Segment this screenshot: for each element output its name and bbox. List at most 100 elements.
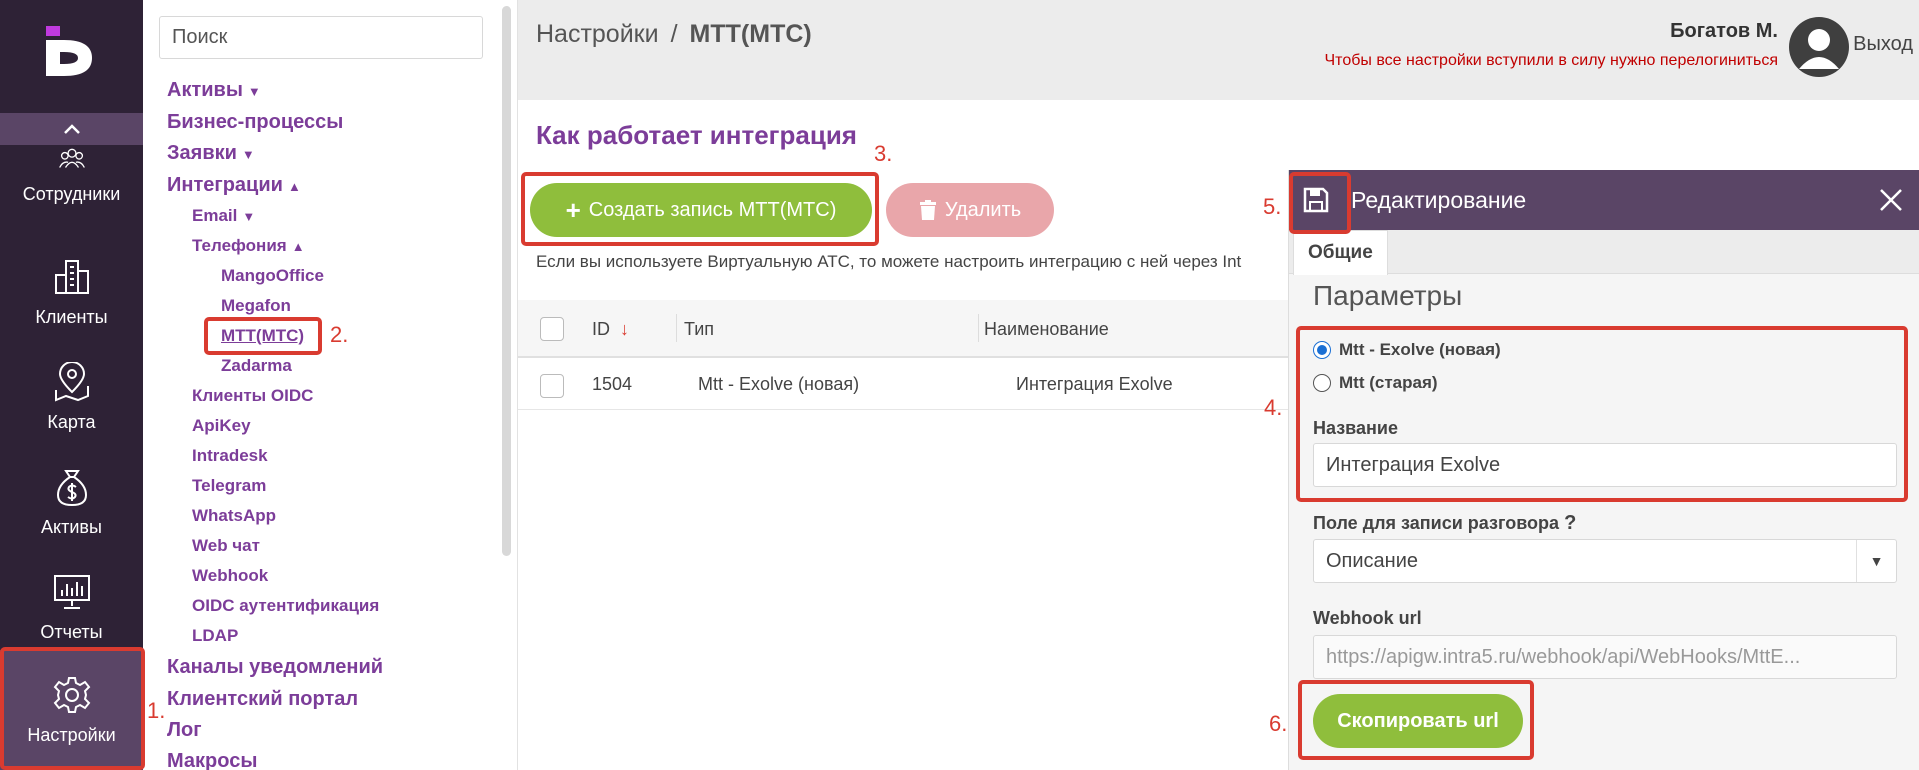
tree-label: Активы: [167, 79, 243, 101]
close-icon[interactable]: [1876, 185, 1906, 215]
tree-item-telephony[interactable]: Телефония ▲: [192, 236, 305, 256]
sort-arrow-down-icon: ↓: [620, 319, 629, 339]
delete-button[interactable]: Удалить: [886, 183, 1054, 237]
record-label-text: Поле для записи разговора: [1313, 513, 1560, 533]
logout-link[interactable]: Выход: [1853, 33, 1913, 56]
annotation-number: 5.: [1263, 194, 1282, 219]
users-icon: [58, 148, 85, 168]
webhook-url-value: https://apigw.intra5.ru/webhook/api/WebH…: [1326, 645, 1801, 668]
search-input[interactable]: [159, 16, 483, 59]
annotation-number: 4.: [1264, 395, 1283, 420]
rail-label: Клиенты: [35, 307, 108, 327]
tree-item-intradesk[interactable]: Intradesk: [192, 446, 268, 466]
caret-up-icon: ▲: [287, 179, 301, 194]
trash-icon: [919, 200, 936, 220]
column-header-id[interactable]: ID ↓: [592, 319, 629, 340]
caret-up-icon: ▲: [291, 239, 305, 254]
tab-general[interactable]: Общие: [1293, 230, 1388, 275]
rail-item-clients[interactable]: Клиенты: [0, 240, 143, 345]
avatar[interactable]: [1789, 17, 1849, 77]
record-field-label: Поле для записи разговора ?: [1313, 512, 1576, 535]
annotation-box-mtt: [204, 317, 322, 355]
annotation-number: 2.: [330, 322, 349, 347]
annotation-number: 6.: [1269, 711, 1288, 736]
tree-item-webchat[interactable]: Web чат: [192, 536, 260, 556]
user-name: Богатов М.: [1670, 20, 1778, 42]
tree-item-megafon[interactable]: Megafon: [221, 296, 291, 316]
table-row[interactable]: 1504 Mtt - Exolve (новая) Интеграция Exo…: [518, 358, 1288, 410]
column-divider: [978, 314, 979, 342]
top-bar: Настройки / МТТ(МТС) Богатов М. Чтобы все …: [518, 0, 1919, 100]
tree-item-zadarma[interactable]: Zadarma: [221, 356, 292, 376]
rail-item-map[interactable]: Карта: [0, 345, 143, 450]
chevron-down-icon: ▼: [1856, 540, 1896, 582]
tree-item-log[interactable]: Лог: [167, 719, 202, 742]
settings-tree: Активы ▼ Бизнес-процессы Заявки ▼ Интеграц…: [143, 0, 518, 770]
breadcrumb-separator: /: [670, 20, 678, 48]
tree-item-webhook[interactable]: Webhook: [192, 566, 268, 586]
tree-item-apikey[interactable]: ApiKey: [192, 416, 251, 436]
tree-item-notification-channels[interactable]: Каналы уведомлений: [167, 656, 383, 679]
logo-icon[interactable]: [42, 22, 100, 80]
annotation-box-create: [521, 172, 879, 246]
column-header-name[interactable]: Наименование: [984, 319, 1109, 340]
row-checkbox[interactable]: [540, 374, 564, 398]
relogin-notice: Чтобы все настройки вступили в силу нужн…: [1324, 52, 1779, 69]
annotation-box-params: [1296, 326, 1908, 502]
select-all-checkbox[interactable]: [540, 317, 564, 341]
section-title: Параметры: [1313, 280, 1463, 311]
rail-item-reports[interactable]: Отчеты: [0, 555, 143, 660]
webhook-url-field[interactable]: https://apigw.intra5.ru/webhook/api/WebH…: [1313, 635, 1897, 679]
tree-item-integrations[interactable]: Интеграции ▲: [167, 174, 301, 197]
tree-item-mangooffice[interactable]: MangoOffice: [221, 266, 324, 286]
rail-item-assets[interactable]: Активы: [0, 450, 143, 555]
rail-label: Карта: [47, 412, 96, 432]
edit-panel-title: Редактирование: [1351, 187, 1527, 213]
caret-down-icon: ▼: [242, 209, 256, 224]
rail-label: Активы: [41, 517, 102, 537]
tree-item-oidc-clients[interactable]: Клиенты OIDC: [192, 386, 313, 406]
annotation-box-save: [1289, 172, 1351, 234]
page-title: Как работает интеграция: [536, 120, 857, 150]
integration-description: Если вы используете Виртуальную АТС, то …: [536, 252, 1242, 271]
table-header: ID ↓ Тип Наименование: [518, 300, 1288, 358]
tree-label: Email: [192, 206, 238, 225]
breadcrumb-current: МТТ(МТС): [689, 20, 812, 48]
column-header-type[interactable]: Тип: [684, 319, 714, 340]
column-label: ID: [592, 319, 610, 339]
tree-item-email[interactable]: Email ▼: [192, 206, 255, 226]
tree-item-requests[interactable]: Заявки ▼: [167, 142, 255, 165]
user-icon: [1799, 29, 1839, 69]
monitor-chart-icon: [53, 575, 90, 609]
record-field-select[interactable]: Описание ▼: [1313, 539, 1897, 583]
annotation-box-copy: [1298, 680, 1534, 760]
tree-item-telegram[interactable]: Telegram: [192, 476, 266, 496]
tree-item-whatsapp[interactable]: WhatsApp: [192, 506, 276, 526]
column-divider: [676, 314, 677, 342]
help-icon[interactable]: ?: [1564, 512, 1576, 534]
edit-panel-tabs: Общие: [1289, 230, 1919, 275]
caret-down-icon: ▼: [247, 84, 261, 99]
record-value: Описание: [1326, 549, 1419, 572]
tree-label: Телефония: [192, 236, 287, 255]
cell-type: Mtt - Exolve (новая): [698, 374, 860, 394]
tree-item-oidc-auth[interactable]: OIDC аутентификация: [192, 596, 379, 616]
tree-item-business-processes[interactable]: Бизнес-процессы: [167, 111, 343, 134]
rail-item-employees[interactable]: Сотрудники: [0, 130, 143, 205]
tree-label: Интеграции: [167, 174, 283, 196]
cell-id: 1504: [592, 374, 633, 394]
annotation-number: 3.: [874, 141, 893, 166]
tree-scrollbar[interactable]: [502, 6, 511, 556]
tree-label: Заявки: [167, 142, 237, 164]
tree-item-client-portal[interactable]: Клиентский портал: [167, 688, 358, 711]
breadcrumb: Настройки / МТТ(МТС): [536, 20, 812, 49]
tree-item-assets[interactable]: Активы ▼: [167, 79, 261, 102]
tree-item-macros[interactable]: Макросы: [167, 750, 257, 770]
money-bag-icon: [56, 470, 87, 507]
rail-label: Сотрудники: [22, 184, 121, 204]
tree-item-ldap[interactable]: LDAP: [192, 626, 238, 646]
map-pin-icon: [54, 362, 89, 402]
buildings-icon: [54, 260, 89, 294]
breadcrumb-root[interactable]: Настройки: [536, 20, 659, 48]
caret-down-icon: ▼: [241, 147, 255, 162]
